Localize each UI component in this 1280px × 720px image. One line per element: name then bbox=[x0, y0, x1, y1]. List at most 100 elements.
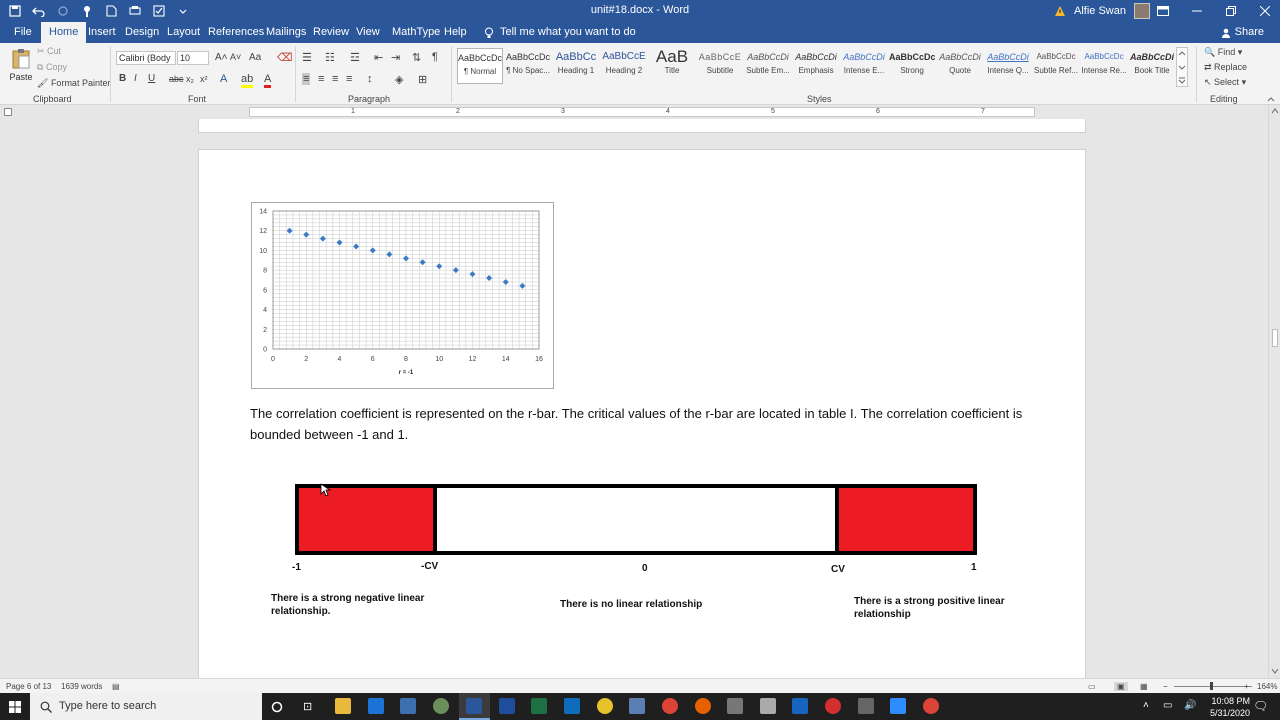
body-paragraph[interactable]: The correlation coefficient is represent… bbox=[250, 403, 1030, 445]
sort-icon[interactable]: ⇅ bbox=[412, 51, 421, 64]
print-layout-icon[interactable]: ▣ bbox=[1114, 682, 1128, 691]
style-emphasis[interactable]: AaBbCcDi Emphasis bbox=[793, 48, 839, 84]
store-icon[interactable] bbox=[400, 698, 416, 714]
zoom-in-icon[interactable]: + bbox=[1244, 682, 1249, 691]
network-icon[interactable]: ▭ bbox=[1163, 700, 1172, 711]
text-effects-icon[interactable]: A bbox=[220, 73, 227, 85]
firefox-icon[interactable] bbox=[695, 698, 711, 714]
tab-help[interactable]: Help bbox=[436, 22, 475, 43]
select-button[interactable]: ↖ Select ▾ bbox=[1204, 77, 1246, 88]
warning-icon[interactable] bbox=[1054, 5, 1066, 17]
minimize-icon[interactable] bbox=[1182, 0, 1212, 22]
style-subtitle[interactable]: AaBbCcE Subtitle bbox=[697, 48, 743, 84]
zoom-out-icon[interactable]: − bbox=[1163, 682, 1168, 691]
format-painter-button[interactable]: 🖌 Format Painter bbox=[37, 78, 110, 89]
change-case-icon[interactable]: Aa bbox=[249, 52, 261, 63]
cut-button[interactable]: ✂ Cut bbox=[37, 46, 61, 57]
page[interactable]: 0 2 4 6 8 10 12 14 0 2 4 6 8 10 12 14 16 r = -1 The corre… bbox=[198, 149, 1086, 678]
zoom-level[interactable]: 164% bbox=[1257, 682, 1277, 691]
edge-icon[interactable] bbox=[368, 698, 384, 714]
align-right-icon[interactable]: ≡ bbox=[332, 73, 338, 85]
app-icon-light[interactable] bbox=[760, 698, 776, 714]
style-intense-quote[interactable]: AaBbCcDi Intense Q... bbox=[985, 48, 1031, 84]
proofing-icon[interactable]: ▤ bbox=[112, 682, 120, 691]
ribbon-display-options-icon[interactable] bbox=[1148, 0, 1178, 22]
superscript-icon[interactable]: x² bbox=[200, 74, 208, 84]
mathtype-icon[interactable] bbox=[499, 698, 515, 714]
tab-selector-icon[interactable] bbox=[4, 108, 12, 116]
zoom-app-icon[interactable] bbox=[890, 698, 906, 714]
highlight-icon[interactable]: ab bbox=[241, 73, 254, 88]
windows-start-icon[interactable] bbox=[9, 701, 21, 713]
cortana-icon[interactable] bbox=[271, 701, 283, 713]
ruler-track[interactable]: 1 2 3 4 5 6 7 bbox=[249, 107, 1035, 117]
document-area[interactable]: 0 2 4 6 8 10 12 14 0 2 4 6 8 10 12 14 16 r = -1 The corre… bbox=[0, 119, 1268, 678]
decrease-indent-icon[interactable]: ⇤ bbox=[374, 51, 383, 64]
find-button[interactable]: 🔍 Find ▾ bbox=[1204, 47, 1242, 58]
tab-view[interactable]: View bbox=[348, 22, 388, 43]
scrollbar-thumb[interactable] bbox=[1272, 329, 1278, 347]
align-left-icon[interactable]: ≡ bbox=[302, 73, 311, 85]
paste-button[interactable]: Paste bbox=[8, 47, 34, 91]
align-center-icon[interactable]: ≡ bbox=[318, 73, 324, 85]
subscript-icon[interactable]: x₂ bbox=[186, 74, 194, 84]
grow-font-icon[interactable]: A˄ bbox=[215, 52, 228, 63]
horizontal-ruler[interactable]: 1 2 3 4 5 6 7 bbox=[0, 105, 1268, 119]
style-subtle-emphasis[interactable]: AaBbCcDi Subtle Em... bbox=[745, 48, 791, 84]
scatter-chart[interactable]: 0 2 4 6 8 10 12 14 0 2 4 6 8 10 12 14 16 r = -1 bbox=[251, 202, 554, 389]
styles-scroll[interactable] bbox=[1176, 47, 1188, 87]
chevron-up-icon[interactable] bbox=[1177, 49, 1187, 59]
multilevel-list-icon[interactable]: ☲ bbox=[350, 51, 360, 64]
bold-icon[interactable]: B bbox=[119, 73, 126, 84]
bullets-icon[interactable]: ☰ bbox=[302, 51, 312, 64]
show-hidden-icons[interactable]: ˄ bbox=[1143, 700, 1149, 711]
chrome-icon[interactable] bbox=[662, 698, 678, 714]
web-layout-icon[interactable]: ▦ bbox=[1140, 682, 1148, 691]
clear-formatting-icon[interactable]: ⌫ bbox=[277, 51, 293, 64]
increase-indent-icon[interactable]: ⇥ bbox=[391, 51, 400, 64]
style-subtle-reference[interactable]: AaBbCcDc Subtle Ref... bbox=[1033, 48, 1079, 84]
strikethrough-icon[interactable]: abc bbox=[169, 74, 184, 84]
underline-icon[interactable]: U bbox=[148, 73, 155, 84]
read-mode-icon[interactable]: ▭ bbox=[1088, 682, 1096, 691]
app-icon[interactable] bbox=[433, 698, 449, 714]
style-intense-reference[interactable]: AaBbCcDc Intense Re... bbox=[1081, 48, 1127, 84]
style-no-spacing[interactable]: AaBbCcDc ¶ No Spac... bbox=[505, 48, 551, 84]
notifications-icon[interactable]: 🗨 bbox=[1253, 699, 1268, 713]
share-button[interactable]: Share bbox=[1221, 22, 1264, 43]
justify-icon[interactable]: ≡ bbox=[346, 73, 352, 85]
scroll-up-icon[interactable] bbox=[1270, 107, 1280, 115]
page-indicator[interactable]: Page 6 of 13 bbox=[6, 682, 51, 691]
font-name-select[interactable]: Calibri (Body bbox=[116, 51, 176, 65]
record-icon[interactable] bbox=[825, 698, 841, 714]
camera-icon[interactable] bbox=[858, 698, 874, 714]
wd-icon[interactable] bbox=[792, 698, 808, 714]
font-size-select[interactable]: 10 bbox=[177, 51, 209, 65]
file-explorer-icon[interactable] bbox=[335, 698, 351, 714]
tell-me-box[interactable]: Tell me what you want to do bbox=[476, 22, 644, 43]
copy-button[interactable]: ⧉ Copy bbox=[37, 62, 67, 73]
style-intense-emphasis[interactable]: AaBbCcDi Intense E... bbox=[841, 48, 887, 84]
style-normal[interactable]: AaBbCcDc ¶ Normal bbox=[457, 48, 503, 84]
zoom-slider-thumb[interactable] bbox=[1210, 682, 1213, 690]
close-icon[interactable] bbox=[1250, 0, 1280, 22]
style-heading-2[interactable]: AaBbCcE Heading 2 bbox=[601, 48, 647, 84]
line-spacing-icon[interactable]: ↕ bbox=[367, 73, 373, 85]
font-color-icon[interactable]: A bbox=[264, 73, 272, 88]
taskbar-search[interactable]: Type here to search bbox=[30, 693, 262, 720]
style-heading-1[interactable]: AaBbCc Heading 1 bbox=[553, 48, 599, 84]
app-icon-gray[interactable] bbox=[727, 698, 743, 714]
word-icon[interactable] bbox=[466, 698, 482, 714]
numbering-icon[interactable]: ☷ bbox=[325, 51, 335, 64]
tab-file[interactable]: File bbox=[6, 22, 40, 43]
word-count[interactable]: 1639 words bbox=[61, 682, 102, 691]
volume-icon[interactable]: 🔊 bbox=[1184, 700, 1196, 711]
r-bar[interactable] bbox=[295, 484, 977, 555]
vertical-scrollbar[interactable] bbox=[1268, 105, 1280, 678]
excel-icon[interactable] bbox=[531, 698, 547, 714]
style-book-title[interactable]: AaBbCcDi Book Title bbox=[1129, 48, 1175, 84]
shrink-font-icon[interactable]: A˅ bbox=[230, 52, 241, 62]
restore-icon[interactable] bbox=[1216, 0, 1246, 22]
outlook-icon[interactable] bbox=[564, 698, 580, 714]
collapse-ribbon-icon[interactable] bbox=[1266, 95, 1276, 105]
